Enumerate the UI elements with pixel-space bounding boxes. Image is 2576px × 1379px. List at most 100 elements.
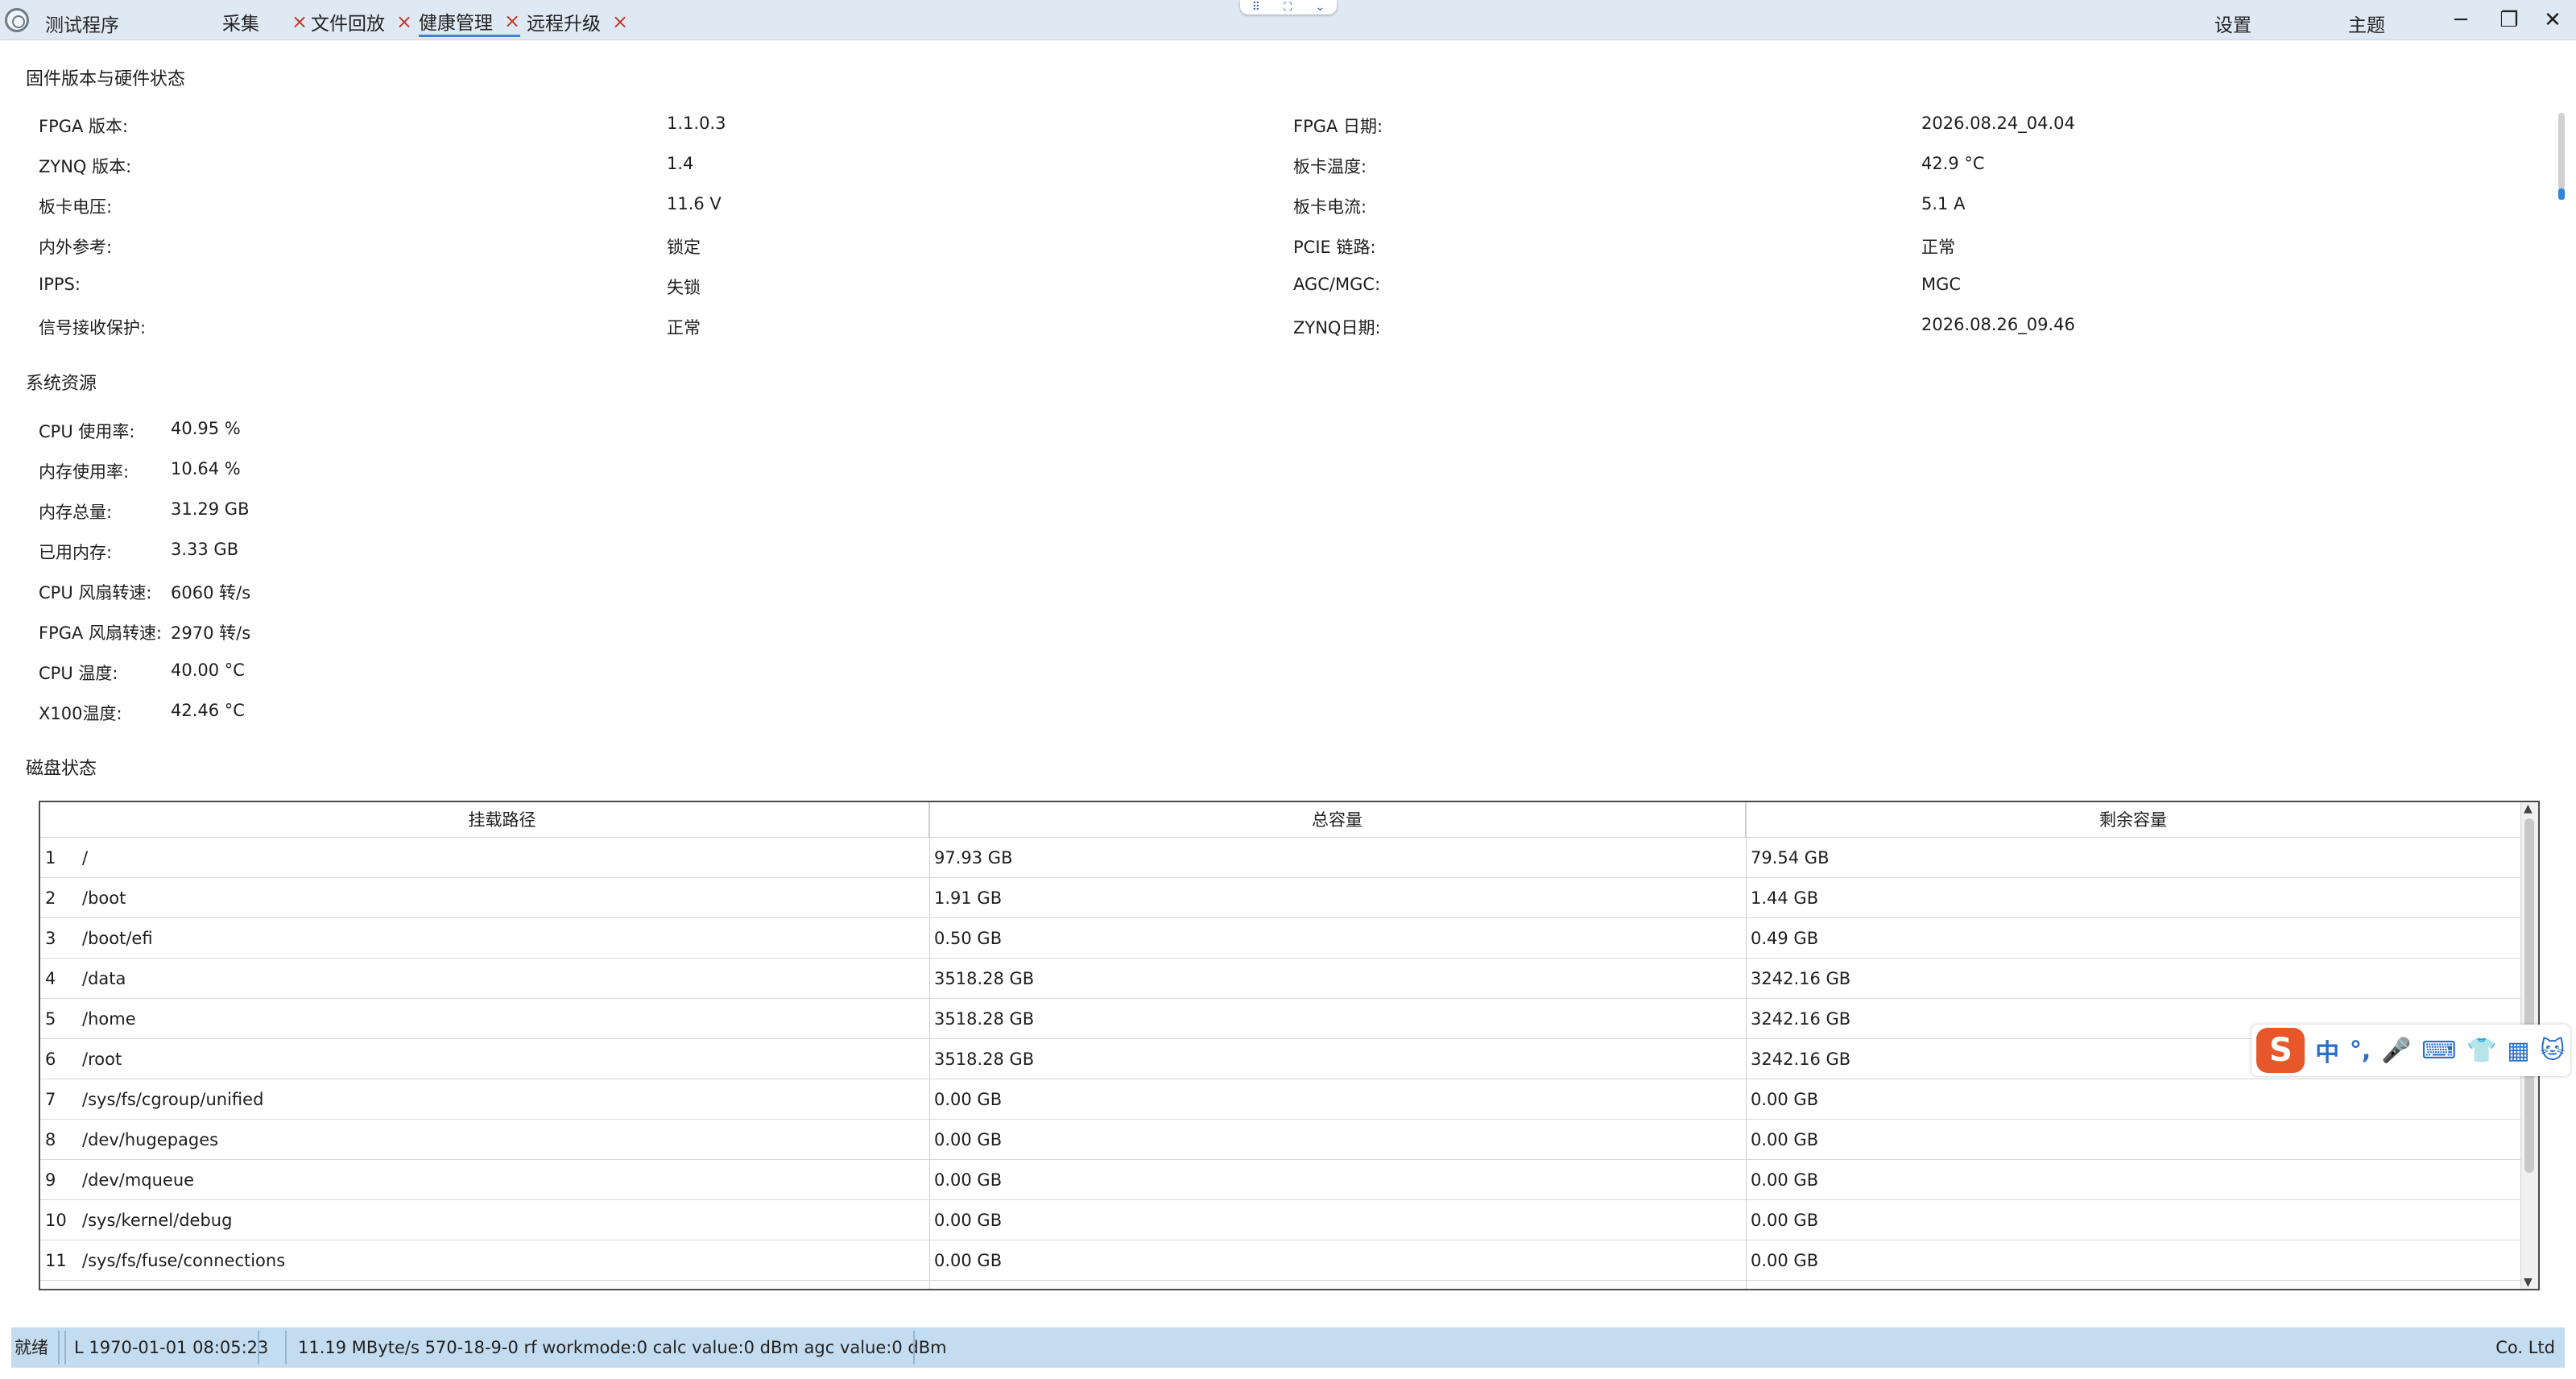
drag-handle-icon[interactable]: ⠿ (1252, 1, 1260, 14)
table-row[interactable]: 11/sys/fs/fuse/connections 0.00 GB 0.00 GB (40, 1240, 2520, 1281)
page-scroll-thumb[interactable] (2558, 113, 2565, 190)
ime-punctuation-icon[interactable]: °, (2350, 1037, 2371, 1065)
total-cell: 0.50 GB (934, 929, 1003, 948)
zynq-date-label: ZYNQ日期: (1293, 318, 1381, 338)
status-company: Co. Ltd (2495, 1338, 2555, 1357)
tab-close-icon[interactable]: × (612, 10, 628, 33)
cpu-fan-value: 6060 转/s (171, 583, 251, 603)
total-cell: 3518.28 GB (934, 1050, 1035, 1069)
column-header-free[interactable]: 剩余容量 (1746, 802, 2520, 838)
board-temp-label: 板卡温度: (1293, 157, 1367, 176)
ime-logo-icon[interactable]: S (2256, 1028, 2305, 1073)
disk-table[interactable]: 挂载路径 总容量 剩余容量 1 / 97.93 GB 79.54 GB 2/boot 1.… (39, 801, 2540, 1290)
scroll-down-icon[interactable]: ▼ (2524, 1276, 2533, 1289)
path-cell: /sys/fs/cgroup/unified (82, 1090, 264, 1109)
path-cell: / (82, 848, 89, 868)
tab-file-playback[interactable]: 文件回放 × (311, 6, 412, 37)
tab-health-management[interactable]: 健康管理 × (419, 6, 521, 37)
ipps-label: IPPS: (39, 275, 81, 294)
table-row[interactable]: 9/dev/mqueue 0.00 GB 0.00 GB (40, 1160, 2520, 1200)
fpga-fan-value: 2970 转/s (171, 623, 251, 643)
cpu-temp-label: CPU 温度: (39, 664, 118, 683)
table-row[interactable]: 4/data 3518.28 GB 3242.16 GB (40, 959, 2520, 999)
floating-toolbar: ⠿ ⛶ ⌄ (1240, 0, 1337, 14)
free-cell: 0.00 GB (1751, 1211, 1819, 1230)
status-divider (913, 1331, 915, 1365)
toolbox-icon[interactable]: ▦ (2507, 1037, 2529, 1065)
tab-close-icon[interactable]: × (504, 10, 520, 32)
page-scrollbar[interactable] (2556, 113, 2567, 201)
cpu-usage-label: CPU 使用率: (39, 422, 135, 441)
tab-capture[interactable]: 采集 × (222, 6, 308, 37)
zynq-date-value: 2026.08.26_09.46 (1921, 315, 2075, 334)
total-cell: 1.91 GB (934, 888, 1003, 908)
free-cell: 0.00 GB (1751, 1130, 1819, 1149)
page-scroll-marker (2558, 188, 2565, 200)
mem-used-label: 已用内存: (39, 543, 113, 562)
cpu-usage-value: 40.95 % (171, 419, 241, 438)
table-row[interactable]: 2/boot 1.91 GB 1.44 GB (40, 878, 2520, 918)
microphone-icon[interactable]: 🎤 (2381, 1037, 2411, 1065)
table-row[interactable]: 6/root 3518.28 GB 3242.16 GB (40, 1039, 2520, 1079)
path-cell: /home (82, 1009, 136, 1029)
row-index: 1 (45, 848, 56, 868)
tab-remote-upgrade[interactable]: 远程升级 × (527, 6, 628, 37)
ime-toolbar[interactable]: S 中 °, 🎤 ⌨ 👕 ▦ 🐱 (2251, 1025, 2570, 1076)
app-logo-icon (5, 8, 29, 32)
path-cell: /dev/mqueue (82, 1170, 195, 1190)
chevron-down-icon[interactable]: ⌄ (1316, 1, 1325, 14)
fpga-fan-label: FPGA 风扇转速: (39, 623, 163, 643)
path-cell: /dev/hugepages (82, 1130, 219, 1149)
signal-protection-label: 信号接收保护: (39, 318, 147, 338)
status-divider (258, 1331, 259, 1365)
close-window-button[interactable]: ✕ (2537, 6, 2569, 34)
scroll-up-icon[interactable]: ▲ (2524, 802, 2533, 815)
ime-chinese-mode-icon[interactable]: 中 (2315, 1033, 2339, 1068)
mem-total-label: 内存总量: (39, 503, 113, 522)
board-current-label: 板卡电流: (1293, 197, 1367, 217)
mem-usage-label: 内存使用率: (39, 462, 130, 482)
table-row[interactable]: 1 / 97.93 GB 79.54 GB (40, 838, 2520, 878)
zynq-version-label: ZYNQ 版本: (39, 157, 132, 176)
table-row[interactable]: 7/sys/fs/cgroup/unified 0.00 GB 0.00 GB (40, 1079, 2520, 1120)
pcie-link-label: PCIE 链路: (1293, 238, 1376, 257)
reference-label: 内外参考: (39, 238, 113, 257)
total-cell: 0.00 GB (934, 1211, 1003, 1230)
free-cell: 3242.16 GB (1751, 969, 1851, 988)
total-cell: 0.00 GB (934, 1170, 1003, 1190)
free-cell: 3242.16 GB (1751, 1009, 1851, 1029)
row-index: 9 (45, 1170, 56, 1190)
status-divider (64, 1331, 66, 1365)
keyboard-icon[interactable]: ⌨ (2421, 1037, 2456, 1065)
path-cell: /data (82, 969, 126, 988)
table-row[interactable]: 10/sys/kernel/debug 0.00 GB 0.00 GB (40, 1200, 2520, 1240)
table-row[interactable]: 8/dev/hugepages 0.00 GB 0.00 GB (40, 1120, 2520, 1160)
table-row[interactable]: 3/boot/efi 0.50 GB 0.49 GB (40, 918, 2520, 959)
total-cell: 0.00 GB (934, 1090, 1003, 1109)
tab-label: 健康管理 (419, 12, 493, 34)
path-cell: /boot (82, 888, 126, 908)
mascot-icon[interactable]: 🐱 (2540, 1037, 2565, 1065)
column-header-total[interactable]: 总容量 (929, 802, 1746, 838)
tab-close-icon[interactable]: × (396, 10, 412, 33)
free-cell: 0.00 GB (1751, 1090, 1819, 1109)
tab-label: 采集 (222, 14, 259, 35)
table-scroll-thumb[interactable] (2524, 818, 2534, 1173)
minimize-button[interactable]: ─ (2445, 6, 2477, 34)
skin-icon[interactable]: 👕 (2466, 1037, 2496, 1065)
board-current-value: 5.1 A (1921, 194, 1966, 213)
status-divider (58, 1331, 60, 1365)
settings-menu[interactable]: 设置 (2214, 10, 2251, 37)
title-bar: 测试程序 采集 × 文件回放 × 健康管理 × 远程升级 × ⠿ ⛶ ⌄ 设置 … (0, 0, 2576, 40)
row-index: 5 (45, 1009, 56, 1029)
fpga-date-value: 2026.08.24_04.04 (1921, 114, 2075, 133)
fullscreen-icon[interactable]: ⛶ (1284, 1, 1292, 14)
tab-close-icon[interactable]: × (292, 10, 308, 33)
free-cell: 3242.16 GB (1751, 1050, 1851, 1069)
column-header-path[interactable]: 挂载路径 (76, 802, 929, 838)
table-row[interactable]: 5/home 3518.28 GB 3242.16 GB (40, 999, 2520, 1039)
tab-label: 文件回放 (311, 14, 385, 35)
maximize-button[interactable]: ❐ (2493, 6, 2525, 34)
row-index: 4 (45, 969, 56, 988)
theme-menu[interactable]: 主题 (2348, 10, 2385, 37)
